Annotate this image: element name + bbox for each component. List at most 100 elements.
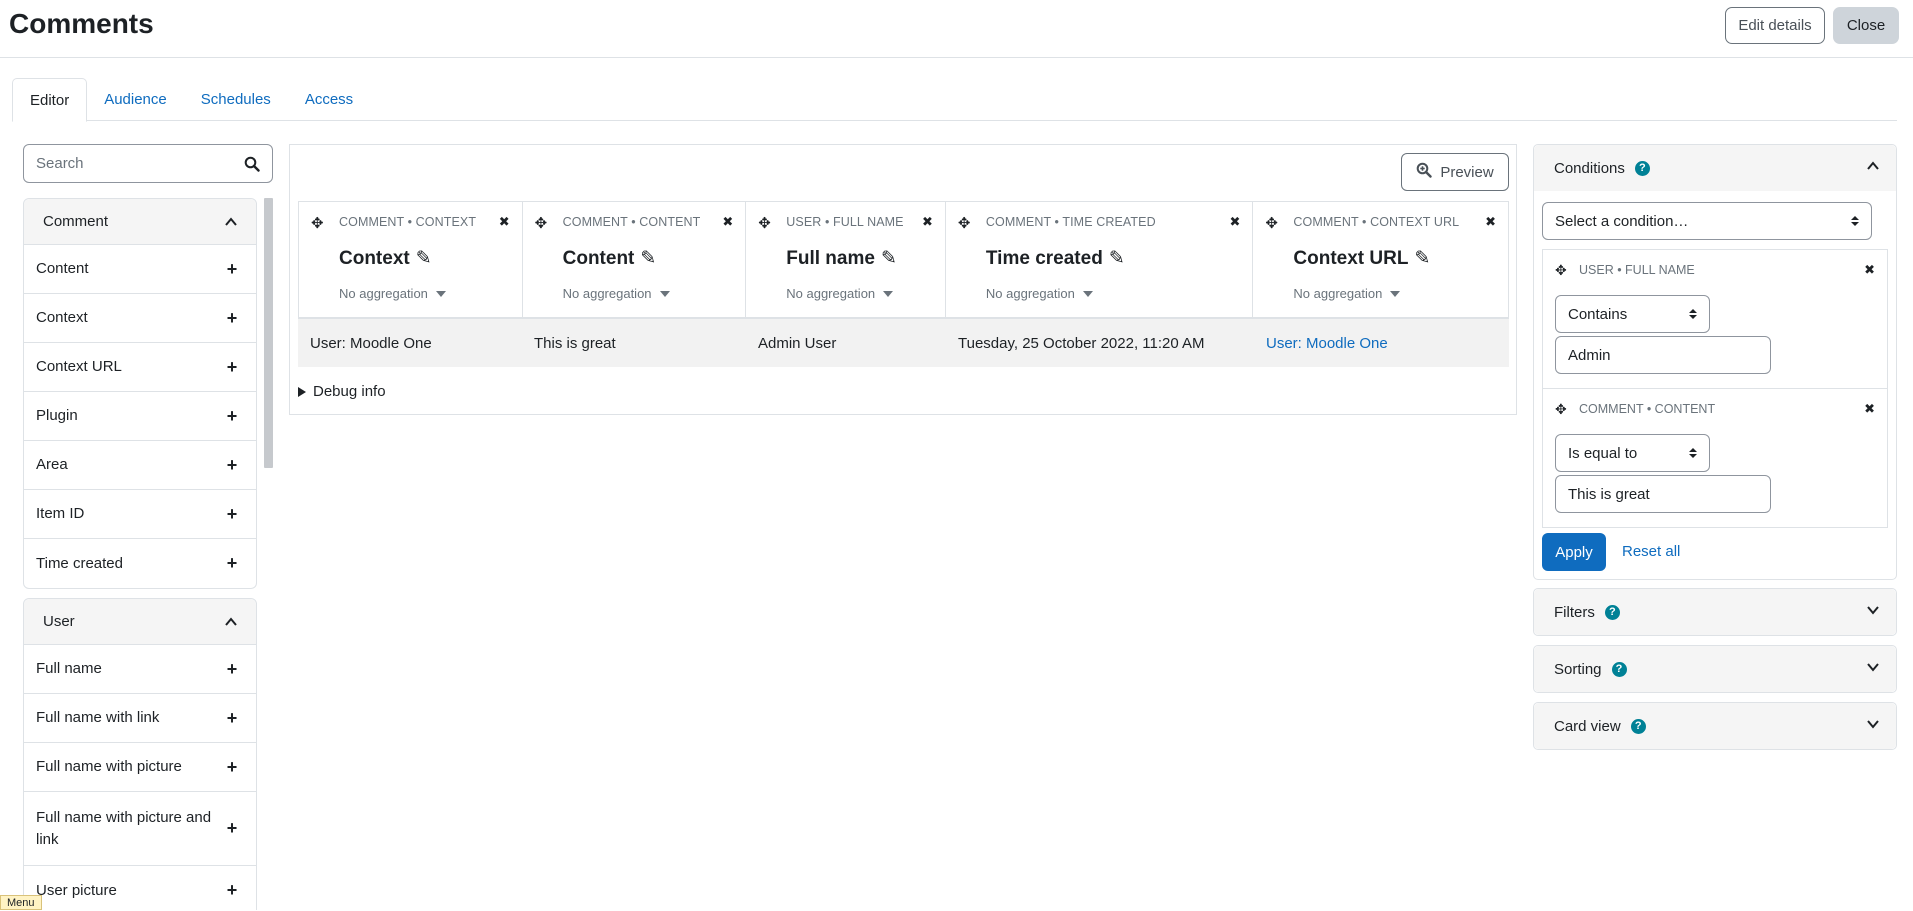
plus-icon[interactable]: + [225, 357, 239, 378]
move-icon[interactable]: ✥ [958, 214, 971, 232]
operator-select[interactable]: Contains [1555, 295, 1710, 333]
aggregation-select[interactable]: No aggregation [986, 286, 1093, 301]
remove-icon[interactable]: ✖ [1230, 214, 1241, 230]
plus-icon[interactable]: + [225, 757, 239, 778]
search-icon[interactable] [244, 156, 260, 172]
search-input[interactable]: Search [23, 144, 273, 183]
column-title[interactable]: Context URL ✎ [1293, 247, 1430, 270]
card-comment-header[interactable]: Comment [24, 199, 256, 245]
column-title[interactable]: Context ✎ [339, 247, 432, 270]
chevron-up-icon[interactable] [1866, 159, 1880, 177]
pencil-icon[interactable]: ✎ [1109, 247, 1125, 270]
sidebar-item-full-name-with-picture[interactable]: Full name with picture + [24, 743, 256, 792]
reset-all-link[interactable]: Reset all [1622, 543, 1680, 560]
close-button[interactable]: Close [1833, 7, 1899, 44]
remove-icon[interactable]: ✖ [1864, 262, 1875, 278]
pencil-icon[interactable]: ✎ [881, 247, 897, 270]
help-icon[interactable]: ? [1611, 661, 1627, 677]
sidebar-item-context[interactable]: Context + [24, 294, 256, 343]
plus-icon[interactable]: + [225, 553, 239, 574]
sidebar-item-full-name-with-link[interactable]: Full name with link + [24, 694, 256, 743]
tab-audience[interactable]: Audience [87, 78, 184, 121]
sidebar-item-area[interactable]: Area + [24, 441, 256, 490]
sidebar-item-full-name[interactable]: Full name + [24, 645, 256, 694]
condition-value-input[interactable]: Admin [1555, 336, 1771, 374]
sidebar-item-content[interactable]: Content + [24, 245, 256, 294]
plus-icon[interactable]: + [225, 308, 239, 329]
condition-value-input[interactable]: This is great [1555, 475, 1771, 513]
move-icon[interactable]: ✥ [1555, 401, 1567, 418]
help-icon[interactable]: ? [1634, 160, 1650, 176]
move-icon[interactable]: ✥ [1555, 262, 1567, 279]
sidebar-scrollbar[interactable] [264, 198, 273, 468]
chevron-down-icon[interactable] [1866, 717, 1880, 735]
plus-icon[interactable]: + [225, 659, 239, 680]
card-view-header[interactable]: Card view ? [1534, 703, 1896, 749]
item-label: User picture [36, 881, 117, 899]
tab-editor[interactable]: Editor [12, 78, 88, 122]
table-cell-link[interactable]: User: Moodle One [1254, 335, 1509, 352]
aggregation-label: No aggregation [985, 286, 1075, 301]
debug-info-toggle[interactable]: Debug info [298, 383, 386, 400]
edit-details-button[interactable]: Edit details [1725, 7, 1825, 44]
aggregation-select[interactable]: No aggregation [1293, 286, 1401, 301]
pencil-icon[interactable]: ✎ [640, 247, 656, 270]
plus-icon[interactable]: + [225, 504, 239, 525]
item-label: Content [36, 260, 89, 277]
help-icon[interactable]: ? [1604, 604, 1620, 620]
column-title[interactable]: Full name ✎ [786, 247, 897, 270]
remove-icon[interactable]: ✖ [722, 214, 733, 230]
plus-icon[interactable]: + [225, 880, 239, 901]
plus-icon[interactable]: + [225, 259, 239, 280]
card-user-header[interactable]: User [24, 599, 256, 645]
plus-icon[interactable]: + [225, 455, 239, 476]
condition-kind: COMMENT • CONTENT [1579, 402, 1716, 416]
remove-icon[interactable]: ✖ [499, 214, 510, 230]
preview-button[interactable]: Preview [1401, 153, 1509, 191]
remove-icon[interactable]: ✖ [922, 214, 933, 230]
item-label: Area [36, 456, 68, 473]
help-icon[interactable]: ? [1630, 718, 1646, 734]
zoom-icon [1416, 162, 1433, 182]
move-icon[interactable]: ✥ [311, 214, 324, 232]
move-icon[interactable]: ✥ [758, 214, 771, 232]
aggregation-select[interactable]: No aggregation [563, 286, 670, 301]
move-icon[interactable]: ✥ [1265, 214, 1278, 232]
sorting-header[interactable]: Sorting ? [1534, 646, 1896, 692]
column-title[interactable]: Time created ✎ [986, 247, 1125, 270]
item-label: Full name with picture and link [36, 808, 212, 848]
aggregation-select[interactable]: No aggregation [786, 286, 894, 301]
aggregation-label: No aggregation [786, 286, 876, 301]
sidebar-item-full-name-with-picture-and-link[interactable]: Full name with picture and link + [24, 792, 256, 866]
condition-select[interactable]: Select a condition… [1542, 202, 1872, 240]
column-kind: COMMENT • CONTENT [562, 215, 701, 229]
sidebar-item-time-created[interactable]: Time created + [24, 539, 256, 588]
menu-tooltip[interactable]: Menu [0, 895, 42, 910]
conditions-header[interactable]: Conditions ? [1534, 145, 1896, 191]
move-icon[interactable]: ✥ [535, 214, 548, 232]
apply-button[interactable]: Apply [1542, 533, 1606, 571]
plus-icon[interactable]: + [225, 406, 239, 427]
aggregation-select[interactable]: No aggregation [339, 286, 446, 301]
pencil-icon[interactable]: ✎ [1414, 247, 1430, 270]
chevron-down-icon[interactable] [1866, 660, 1880, 678]
remove-icon[interactable]: ✖ [1485, 214, 1496, 230]
tab-schedules[interactable]: Schedules [184, 78, 288, 121]
sidebar-item-plugin[interactable]: Plugin + [24, 392, 256, 441]
chevron-up-icon[interactable] [224, 615, 238, 629]
column-title[interactable]: Content ✎ [563, 247, 657, 270]
column-title-text: Context URL [1293, 247, 1409, 269]
sidebar-item-item-id[interactable]: Item ID + [24, 490, 256, 539]
tab-access[interactable]: Access [288, 78, 370, 121]
chevron-down-icon[interactable] [1866, 603, 1880, 621]
pencil-icon[interactable]: ✎ [416, 247, 432, 270]
remove-icon[interactable]: ✖ [1864, 401, 1875, 417]
sidebar-item-user-picture[interactable]: User picture + [24, 866, 256, 910]
filters-header[interactable]: Filters ? [1534, 589, 1896, 635]
chevron-up-icon[interactable] [224, 215, 238, 229]
plus-icon[interactable]: + [225, 818, 239, 839]
card-title: Comment [43, 213, 109, 230]
operator-select[interactable]: Is equal to [1555, 434, 1710, 472]
plus-icon[interactable]: + [225, 708, 239, 729]
sidebar-item-context-url[interactable]: Context URL + [24, 343, 256, 392]
